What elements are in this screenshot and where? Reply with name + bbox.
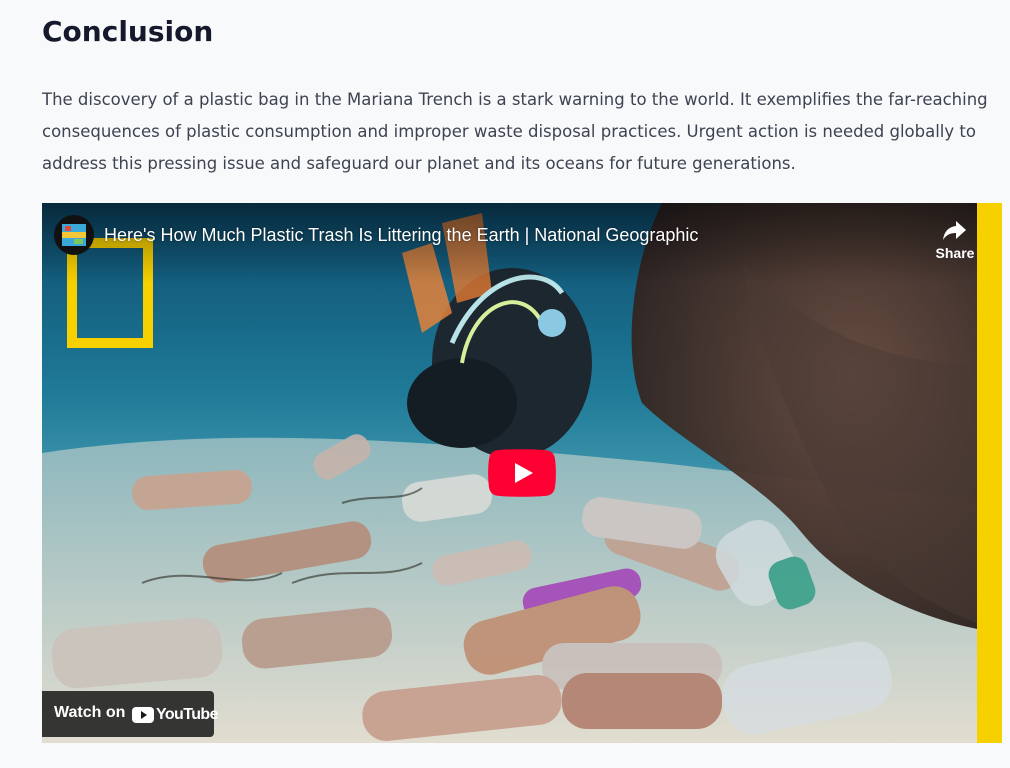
youtube-wordmark: YouTube: [156, 706, 218, 723]
play-button[interactable]: [488, 449, 556, 497]
youtube-play-icon: [488, 449, 556, 497]
youtube-embed[interactable]: Here's How Much Plastic Trash Is Litteri…: [42, 203, 1002, 743]
share-arrow-icon: [943, 221, 966, 240]
watch-on-label: Watch on: [54, 704, 126, 721]
natgeo-yellow-border: [977, 203, 1002, 743]
channel-avatar-icon[interactable]: [54, 215, 94, 255]
video-title[interactable]: Here's How Much Plastic Trash Is Litteri…: [104, 223, 698, 247]
paragraph-line: The discovery of a plastic bag in the Ma…: [42, 90, 988, 109]
share-label: Share: [935, 245, 975, 261]
youtube-logo-icon: YouTube: [132, 705, 218, 725]
share-button[interactable]: Share: [932, 217, 978, 267]
paragraph-line: consequences of plastic consumption and …: [42, 122, 976, 141]
watch-on-youtube-button[interactable]: Watch on YouTube: [42, 691, 218, 737]
conclusion-paragraph: The discovery of a plastic bag in the Ma…: [42, 84, 992, 180]
paragraph-line: address this pressing issue and safeguar…: [42, 154, 796, 173]
section-heading: Conclusion: [42, 15, 214, 48]
